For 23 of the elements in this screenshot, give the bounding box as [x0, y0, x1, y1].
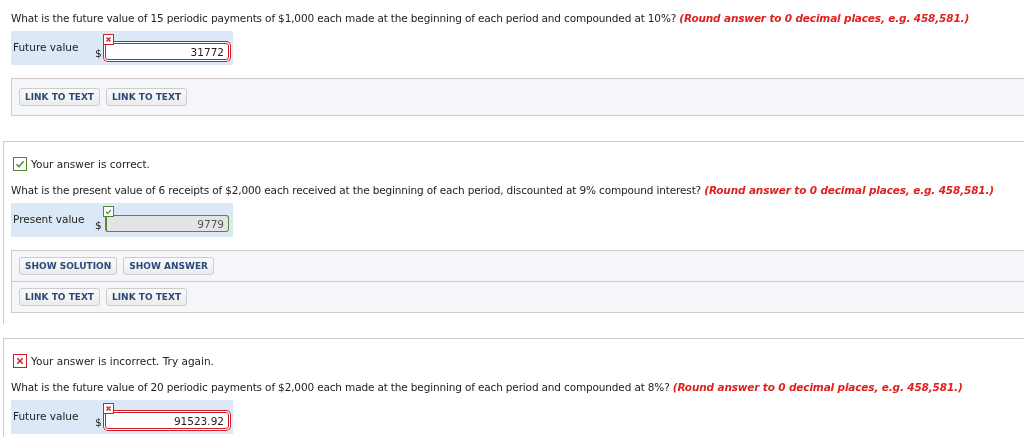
feedback-text: Your answer is incorrect. Try again.	[31, 355, 214, 367]
link-button[interactable]: LINK TO TEXT	[106, 288, 188, 306]
currency-sign: $	[95, 219, 102, 231]
link-button[interactable]: LINK TO TEXT	[19, 88, 100, 106]
answer-field[interactable]: 91523.92	[105, 412, 229, 429]
answer-label: Future value	[13, 41, 79, 53]
answer-field[interactable]: 9779	[105, 215, 229, 232]
answer-field[interactable]: 31772	[105, 43, 229, 60]
hint-text: (Round answer to 0 decimal places, e.g. 458,581.)	[704, 184, 994, 196]
hint-text: (Round answer to 0 decimal places, e.g. 458,581.)	[672, 381, 963, 393]
question-text: What is the future value of 15 periodic payments of $1,000 each made at the beginning of each period and compounded at 10%?	[11, 12, 677, 24]
currency-sign: $	[95, 47, 102, 59]
answer-label: Future value	[13, 410, 79, 422]
question-text: What is the present value of 6 receipts of $2,000 each received at the beginning of each period, discounted at 9% compound interest?	[11, 184, 702, 196]
question-text: What is the future value of 20 periodic payments of $2,000 each made at the beginning of each period and compounded at 8%?	[11, 381, 670, 393]
link-button[interactable]: SHOW SOLUTION	[19, 257, 118, 275]
feedback-text: Your answer is correct.	[31, 158, 150, 170]
link-button[interactable]: LINK TO TEXT	[106, 88, 188, 106]
link-button[interactable]: SHOW ANSWER	[123, 257, 214, 275]
link-button[interactable]: LINK TO TEXT	[19, 288, 100, 306]
currency-sign: $	[95, 416, 102, 428]
answer-label: Present value	[13, 213, 85, 225]
hint-text: (Round answer to 0 decimal places, e.g. 458,581.)	[679, 12, 970, 24]
